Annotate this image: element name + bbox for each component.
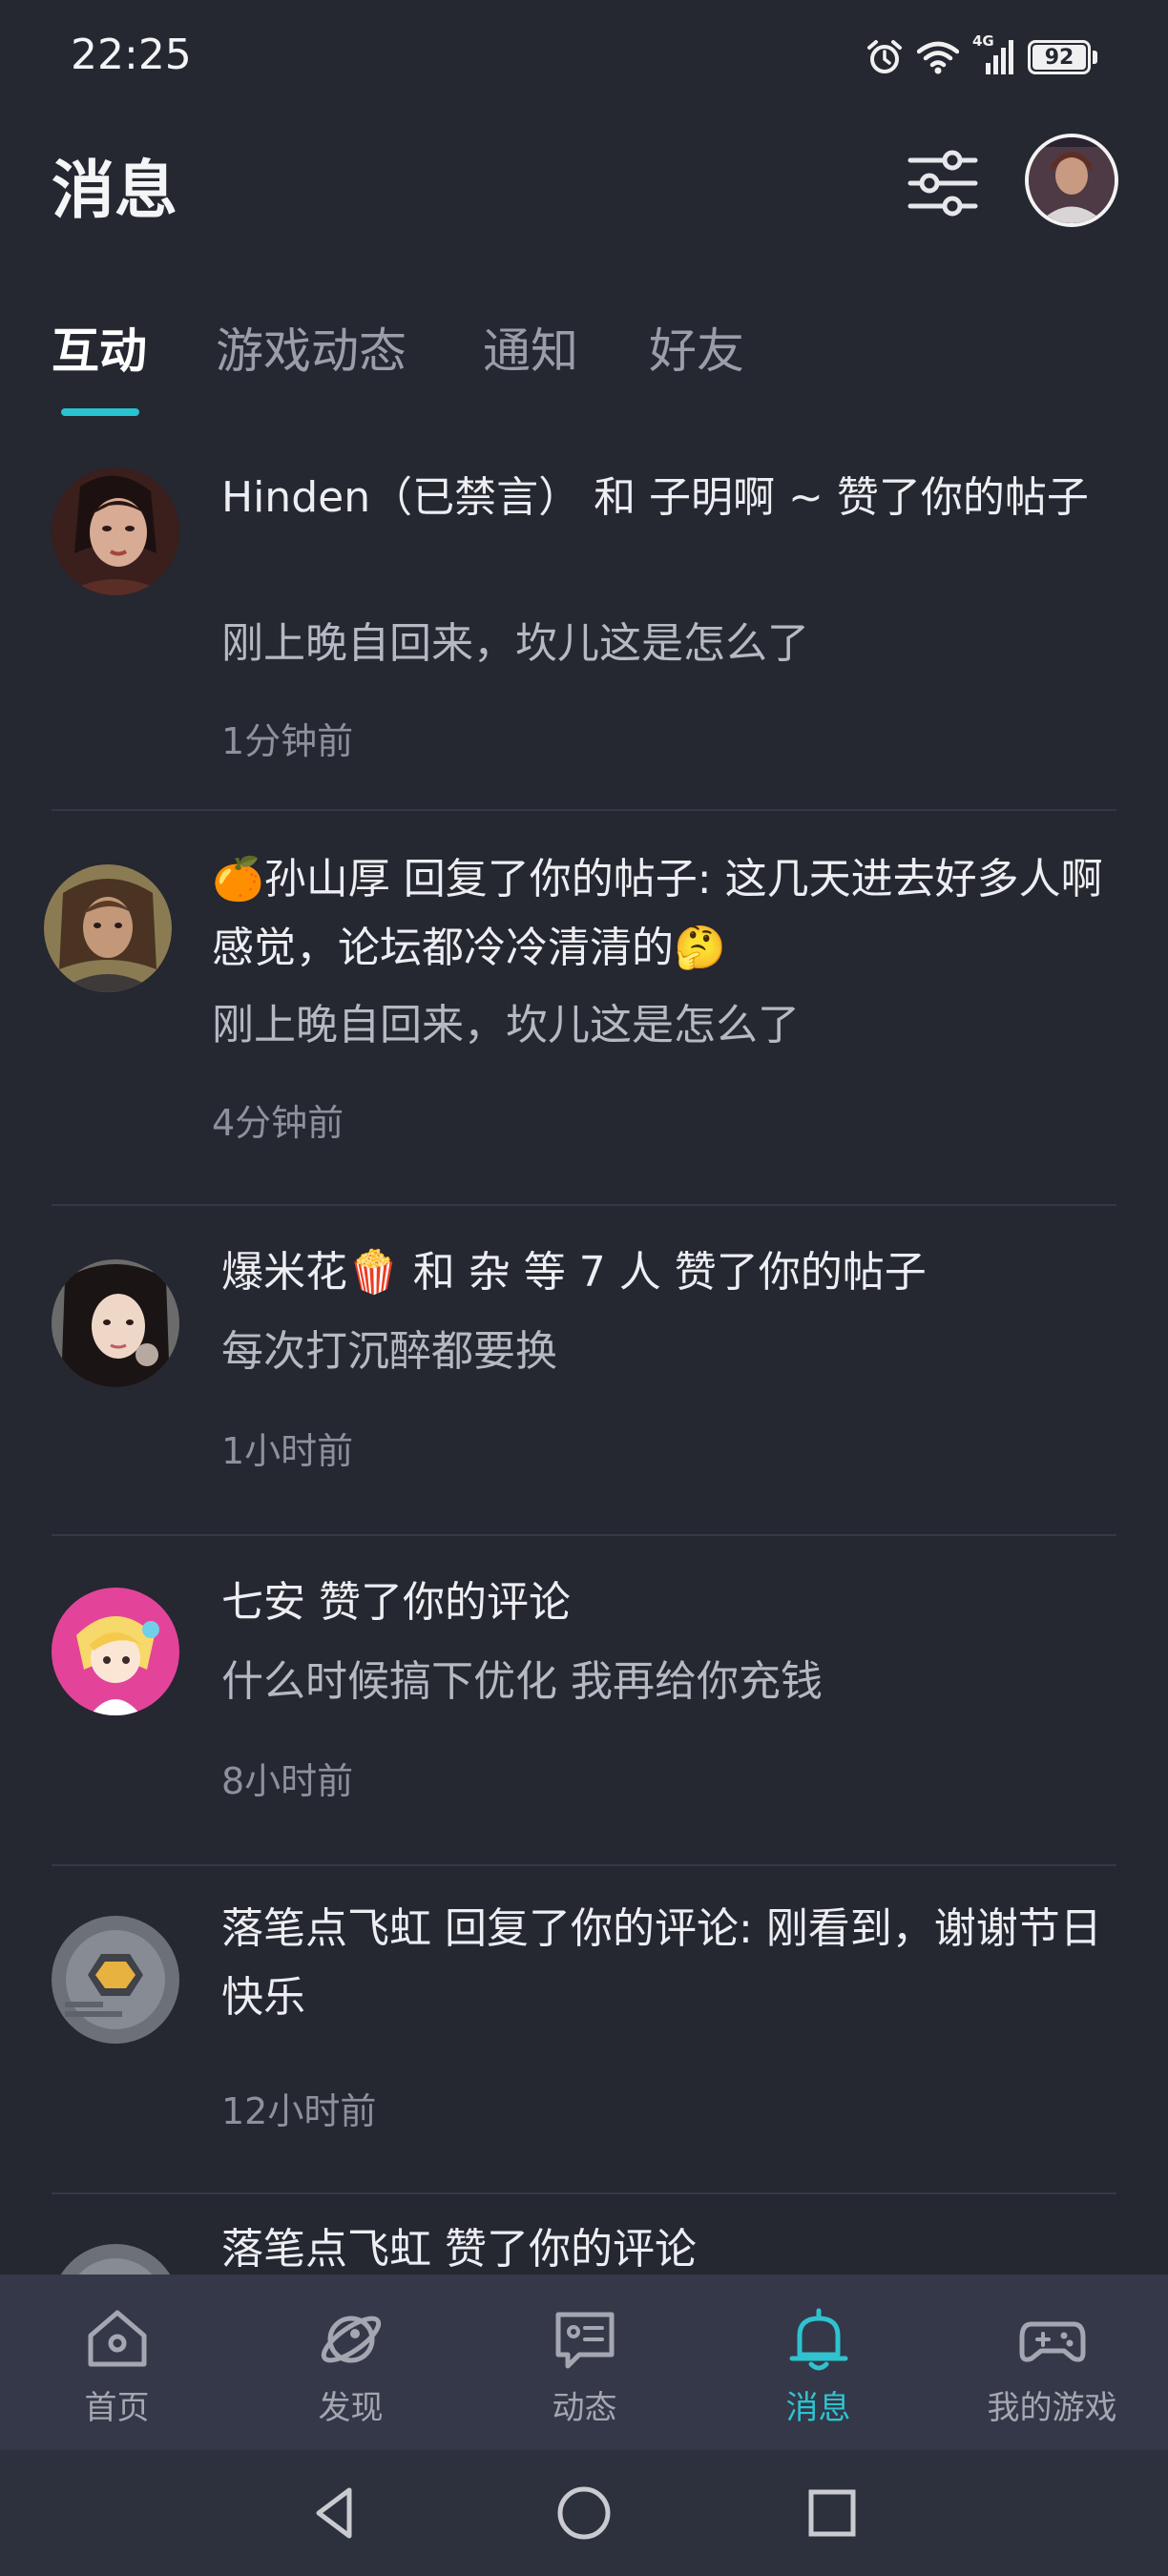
message-time: 1小时前 (221, 1430, 354, 1472)
message-title: 爆米花🍿 和 杂 等 7 人 赞了你的帖子 (221, 1248, 927, 1297)
recents-icon[interactable] (802, 2483, 863, 2544)
avatar[interactable] (52, 1916, 179, 2044)
tab-friends[interactable]: 好友 (649, 313, 744, 382)
message-title: 🍊孙山厚 回复了你的帖子: 这几天进去好多人啊感觉，论坛都冷冷清清的🤔 (212, 855, 1103, 972)
list-item[interactable]: 爆米花🍿 和 杂 等 7 人 赞了你的帖子 每次打沉醉都要换 1小时前 (0, 1206, 1168, 1536)
back-icon[interactable] (305, 2483, 366, 2544)
status-icons: 4G 92 (866, 32, 1097, 80)
nav-label: 我的游戏 (987, 2389, 1117, 2427)
battery-indicator: 92 (1028, 40, 1097, 74)
message-title: 落笔点飞虹 回复了你的评论: 刚看到，谢谢节日快乐 (221, 1904, 1102, 2022)
nav-label: 首页 (84, 2389, 150, 2427)
chat-card-icon (555, 2312, 614, 2369)
gamepad-icon (1019, 2321, 1085, 2362)
cell-signal-icon: 4G (972, 32, 1014, 76)
system-nav-bar (0, 2450, 1168, 2576)
nav-feed[interactable]: 动态 (468, 2275, 701, 2450)
tab-interaction[interactable]: 互动 (52, 313, 147, 382)
message-time: 1分钟前 (221, 720, 354, 762)
bottom-nav: 首页 发现 动态 消息 我的游戏 (0, 2275, 1168, 2450)
avatar[interactable] (52, 467, 179, 595)
message-excerpt: 刚上晚自回来，坎儿这是怎么了 (212, 1001, 800, 1049)
nav-label: 发现 (318, 2389, 384, 2427)
filter-settings-icon[interactable] (907, 147, 979, 219)
nav-my-games[interactable]: 我的游戏 (935, 2275, 1168, 2450)
battery-level: 92 (1032, 45, 1086, 70)
message-title: 落笔点飞虹 赞了你的评论 (221, 2225, 697, 2274)
message-title: 七安 赞了你的评论 (221, 1578, 571, 1627)
list-item[interactable]: 七安 赞了你的评论 什么时候搞下优化 我再给你充钱 8小时前 (0, 1536, 1168, 1866)
tab-bar: 互动 游戏动态 通知 好友 (0, 307, 1168, 422)
page-title: 消息 (52, 154, 177, 227)
tab-notifications[interactable]: 通知 (483, 313, 578, 382)
message-excerpt: 每次打沉醉都要换 (221, 1327, 557, 1376)
user-avatar[interactable] (1025, 134, 1118, 227)
message-time: 8小时前 (221, 1760, 354, 1802)
home-icon (88, 2310, 146, 2367)
wifi-icon (917, 41, 959, 74)
planet-icon (321, 2316, 381, 2363)
message-excerpt: 刚上晚自回来，坎儿这是怎么了 (221, 619, 809, 668)
message-time: 4分钟前 (212, 1102, 344, 1144)
home-circle-icon[interactable] (553, 2483, 615, 2544)
message-title: Hinden（已禁言） 和 子明啊 ~ 赞了你的帖子 (221, 473, 1089, 522)
nav-label: 消息 (785, 2389, 851, 2427)
tab-game-updates[interactable]: 游戏动态 (216, 313, 407, 382)
list-item[interactable]: 落笔点飞虹 回复了你的评论: 刚看到，谢谢节日快乐 12小时前 (0, 1866, 1168, 2194)
message-time: 12小时前 (221, 2090, 377, 2132)
avatar[interactable] (52, 2244, 179, 2275)
list-item[interactable]: 落笔点飞虹 赞了你的评论 (0, 2194, 1168, 2275)
avatar[interactable] (44, 864, 172, 992)
list-item[interactable]: Hinden（已禁言） 和 子明啊 ~ 赞了你的帖子 刚上晚自回来，坎儿这是怎么… (0, 429, 1168, 811)
alarm-icon (867, 40, 902, 73)
status-time: 22:25 (71, 31, 192, 79)
nav-home[interactable]: 首页 (0, 2275, 234, 2450)
bell-icon (789, 2308, 847, 2371)
avatar[interactable] (52, 1259, 179, 1387)
nav-label: 动态 (552, 2389, 617, 2427)
status-bar: 22:25 4G 92 (0, 0, 1168, 114)
active-tab-indicator (61, 408, 139, 416)
header: 消息 (0, 134, 1168, 239)
nav-messages[interactable]: 消息 (701, 2275, 935, 2450)
list-item[interactable]: 🍊孙山厚 回复了你的帖子: 这几天进去好多人啊感觉，论坛都冷冷清清的🤔 刚上晚自… (0, 811, 1168, 1206)
nav-discover[interactable]: 发现 (234, 2275, 468, 2450)
message-excerpt: 什么时候搞下优化 我再给你充钱 (221, 1657, 823, 1706)
avatar[interactable] (52, 1588, 179, 1715)
